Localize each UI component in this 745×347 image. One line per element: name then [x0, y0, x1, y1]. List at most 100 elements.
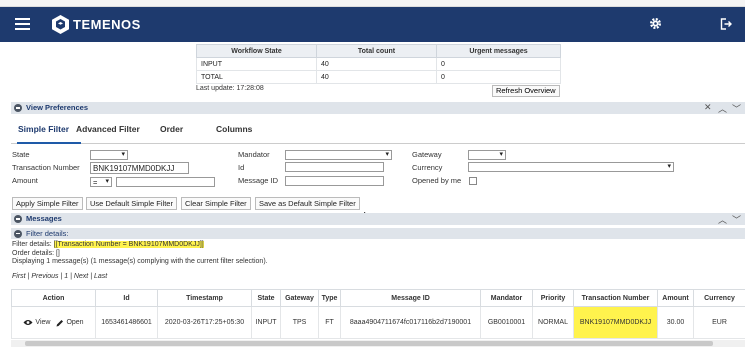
view-preferences-bar[interactable]: View Preferences ✕ ︿ ﹀: [11, 102, 745, 114]
gateway-label: Gateway: [412, 150, 442, 159]
id-cell: 1653461486601: [95, 306, 158, 339]
priority-cell: NORMAL: [532, 306, 574, 339]
workflow-overview-table: Workflow State Total count Urgent messag…: [196, 44, 561, 84]
table-row[interactable]: View Open 1653461486601 2020-03-26T17:25…: [11, 306, 745, 339]
opened-by-me-label: Opened by me: [412, 176, 462, 185]
horizontal-scrollbar[interactable]: [11, 340, 745, 347]
currency-select[interactable]: [468, 162, 674, 172]
pencil-icon: [56, 319, 64, 326]
logout-icon[interactable]: [720, 18, 733, 30]
browser-top-strip: [0, 0, 745, 7]
clear-simple-filter-button[interactable]: Clear Simple Filter: [181, 197, 251, 210]
col-timestamp[interactable]: Timestamp: [157, 289, 252, 307]
amount-cell: 30.00: [657, 306, 694, 339]
col-gateway[interactable]: Gateway: [280, 289, 319, 307]
currency-cell: EUR: [693, 306, 745, 339]
collapse-icon[interactable]: [14, 104, 22, 112]
scrollbar-thumb[interactable]: [25, 341, 713, 346]
gear-icon[interactable]: [649, 17, 662, 30]
timestamp-cell: 2020-03-26T17:25+05:30: [157, 306, 252, 339]
filter-details-bar[interactable]: Filter details:: [11, 228, 745, 239]
open-action[interactable]: Open: [56, 319, 84, 327]
messages-table: Action Id Timestamp State Gateway Type M…: [11, 289, 745, 339]
state-cell: INPUT: [251, 306, 281, 339]
tab-simple-filter[interactable]: Simple Filter: [18, 124, 69, 134]
gateway-select[interactable]: [468, 150, 506, 160]
collapse-icon[interactable]: [14, 215, 22, 223]
tab-advanced-filter[interactable]: Advanced Filter: [76, 124, 140, 134]
amount-input[interactable]: [116, 177, 215, 187]
action-cell: View Open: [11, 306, 96, 339]
tab-columns[interactable]: Columns: [216, 124, 252, 134]
overview-col-total-count: Total count: [316, 44, 437, 58]
col-currency[interactable]: Currency: [693, 289, 745, 307]
filter-tabs: Simple Filter Advanced Filter Order Colu…: [11, 120, 745, 144]
col-type[interactable]: Type: [318, 289, 341, 307]
chevron-down-icon[interactable]: ﹀: [732, 213, 741, 226]
messages-header-row: Action Id Timestamp State Gateway Type M…: [11, 289, 745, 307]
active-tab-indicator: [17, 142, 81, 144]
hamburger-icon[interactable]: [15, 18, 30, 30]
open-label: Open: [66, 319, 84, 326]
id-input[interactable]: [285, 162, 384, 172]
overview-cell: INPUT: [196, 57, 317, 71]
brand-logo: TEMENOS: [52, 15, 141, 34]
brand-name: TEMENOS: [73, 17, 141, 32]
view-label: View: [35, 319, 51, 326]
overview-cell: 0: [436, 57, 561, 71]
app-header: TEMENOS: [0, 7, 745, 42]
apply-simple-filter-button[interactable]: Apply Simple Filter: [12, 197, 83, 210]
close-icon[interactable]: ✕: [704, 102, 712, 113]
col-amount[interactable]: Amount: [657, 289, 694, 307]
use-default-simple-filter-button[interactable]: Use Default Simple Filter: [86, 197, 177, 210]
filter-details-prefix: Filter details:: [12, 241, 54, 248]
chevron-up-icon[interactable]: ︿: [718, 102, 727, 115]
overview-cell: 40: [316, 57, 437, 71]
col-message-id[interactable]: Message ID: [340, 289, 481, 307]
transaction-number-cell: BNK19107MMD0DKJJ: [573, 306, 658, 339]
refresh-overview-button[interactable]: Refresh Overview: [492, 85, 560, 97]
collapse-icon[interactable]: [14, 229, 22, 238]
col-id[interactable]: Id: [95, 289, 158, 307]
pager[interactable]: First | Previous | 1 | Next | Last: [12, 273, 107, 280]
overview-row: TOTAL 40 0: [196, 70, 561, 84]
col-priority[interactable]: Priority: [532, 289, 574, 307]
chevron-down-icon[interactable]: ﹀: [732, 102, 741, 115]
col-transaction-number[interactable]: Transaction Number: [573, 289, 658, 307]
chevron-up-icon[interactable]: ︿: [718, 213, 727, 226]
view-action[interactable]: View: [23, 319, 50, 326]
mandator-select[interactable]: [285, 150, 392, 160]
id-label: Id: [238, 163, 245, 172]
tab-order[interactable]: Order: [160, 124, 183, 134]
save-default-simple-filter-button[interactable]: Save as Default Simple Filter: [255, 197, 360, 210]
message-id-input[interactable]: [285, 176, 384, 186]
opened-by-me-checkbox[interactable]: [469, 177, 477, 185]
col-action[interactable]: Action: [11, 289, 96, 307]
col-state[interactable]: State: [251, 289, 281, 307]
eye-icon: [23, 320, 33, 325]
order-details-line: Order details: []: [12, 250, 60, 257]
amount-label: Amount: [12, 176, 38, 185]
type-cell: FT: [318, 306, 341, 339]
mandator-label: Mandator: [238, 150, 270, 159]
transaction-number-label: Transaction Number: [12, 163, 80, 172]
state-select[interactable]: [90, 150, 128, 160]
last-update-text: Last update: 17:28:08: [196, 85, 264, 92]
displaying-count-line: Displaying 1 message(s) (1 message(s) co…: [12, 258, 268, 265]
overview-cell: 0: [436, 70, 561, 84]
overview-col-workflow-state: Workflow State: [196, 44, 317, 58]
gateway-cell: TPS: [280, 306, 319, 339]
view-preferences-title: View Preferences: [26, 103, 88, 112]
filter-details-title: Filter details:: [26, 229, 69, 238]
message-id-label: Message ID: [238, 176, 279, 185]
messages-title: Messages: [26, 214, 62, 223]
message-id-cell: 8aaa4904711674fc017116b2d7190001: [340, 306, 481, 339]
messages-bar[interactable]: Messages ︿ ﹀: [11, 213, 745, 225]
amount-operator-select[interactable]: =: [90, 177, 112, 187]
state-label: State: [12, 150, 30, 159]
filter-details-line: Filter details: [[Transaction Number = B…: [12, 241, 204, 248]
col-mandator[interactable]: Mandator: [480, 289, 533, 307]
overview-cell: 40: [316, 70, 437, 84]
overview-col-urgent: Urgent messages: [436, 44, 561, 58]
transaction-number-input[interactable]: BNK19107MMD0DKJJ: [90, 162, 189, 174]
